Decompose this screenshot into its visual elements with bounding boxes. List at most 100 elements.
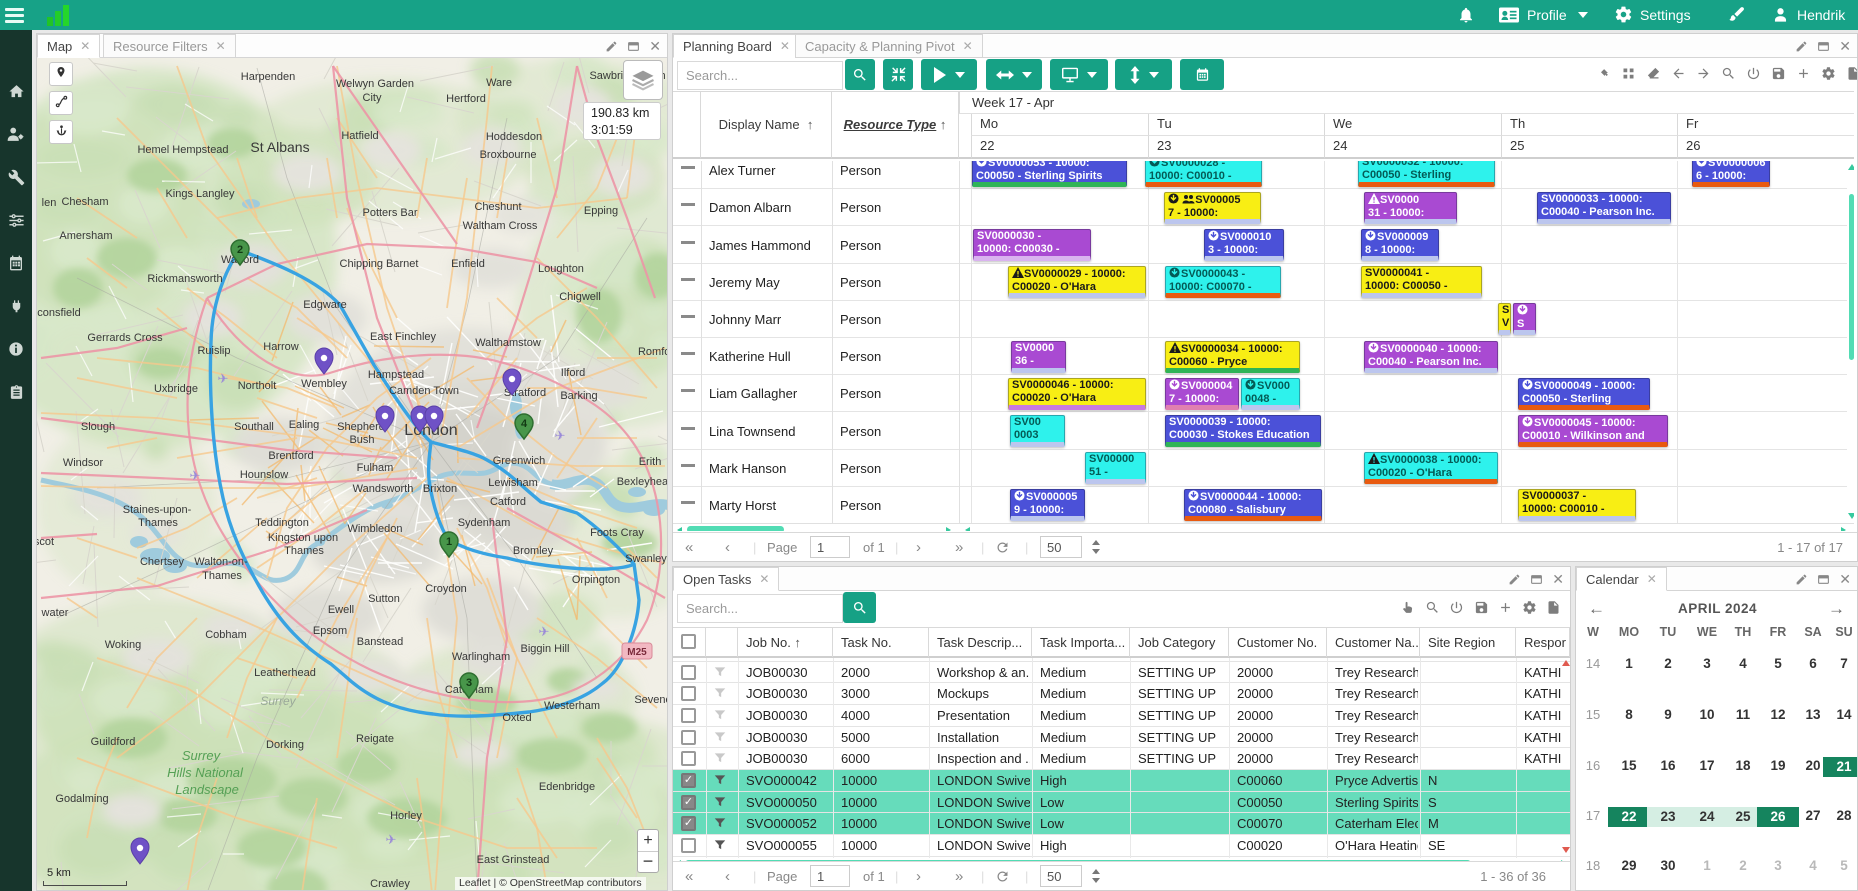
svg-text:Romfor: Romfor — [638, 346, 668, 358]
svg-text:Uxbridge: Uxbridge — [154, 383, 198, 395]
svg-text:✈: ✈ — [386, 832, 397, 847]
svg-text:Erith: Erith — [639, 456, 662, 468]
svg-text:✈: ✈ — [539, 624, 550, 639]
svg-text:Surrey: Surrey — [182, 748, 222, 763]
svg-text:Ware: Ware — [486, 77, 512, 89]
svg-text:Surrey: Surrey — [260, 694, 296, 708]
svg-text:Thames: Thames — [284, 545, 324, 557]
svg-text:Foots Cray: Foots Cray — [590, 527, 644, 539]
svg-text:Leatherhead: Leatherhead — [254, 667, 316, 679]
svg-text:Guildford: Guildford — [91, 736, 136, 748]
svg-text:Harpenden: Harpenden — [241, 71, 295, 83]
svg-text:Southall: Southall — [234, 421, 274, 433]
svg-text:Windsor: Windsor — [63, 457, 104, 469]
svg-text:Hills National: Hills National — [167, 765, 244, 780]
svg-text:Gerrards Cross: Gerrards Cross — [87, 332, 163, 344]
svg-text:Greenwich: Greenwich — [493, 455, 546, 467]
svg-text:Godalming: Godalming — [55, 793, 108, 805]
svg-text:Cheshunt: Cheshunt — [474, 201, 521, 213]
svg-text:3: 3 — [466, 677, 472, 689]
svg-text:Walthamstow: Walthamstow — [475, 337, 541, 349]
svg-text:Hounslow: Hounslow — [240, 469, 288, 481]
svg-text:✈: ✈ — [555, 428, 566, 443]
svg-text:Catford: Catford — [490, 496, 526, 508]
svg-text:Shepherd: Shepherd — [337, 421, 385, 433]
svg-text:Ealing: Ealing — [289, 419, 320, 431]
svg-text:Camden Town: Camden Town — [389, 385, 459, 397]
svg-text:Teddington: Teddington — [255, 517, 309, 529]
svg-text:Chertsey: Chertsey — [140, 556, 185, 568]
svg-text:✈: ✈ — [218, 371, 229, 386]
svg-text:Croydon: Croydon — [425, 583, 467, 595]
svg-text:Northolt: Northolt — [238, 380, 277, 392]
svg-text:Edenbridge: Edenbridge — [539, 781, 595, 793]
svg-text:Westerham: Westerham — [544, 700, 600, 712]
svg-text:Biggin Hill: Biggin Hill — [521, 643, 570, 655]
svg-text:Barking: Barking — [560, 390, 597, 402]
svg-text:Kingston upon: Kingston upon — [268, 532, 338, 544]
svg-text:Broxbourne: Broxbourne — [480, 149, 537, 161]
svg-text:2: 2 — [237, 244, 243, 256]
svg-text:Brentford: Brentford — [268, 450, 313, 462]
svg-text:Hemel Hempstead: Hemel Hempstead — [137, 144, 228, 156]
svg-text:Loughton: Loughton — [538, 263, 584, 275]
svg-text:Brixton: Brixton — [423, 483, 457, 495]
svg-text:East Grinstead: East Grinstead — [477, 854, 550, 866]
svg-text:Potters Bar: Potters Bar — [362, 207, 417, 219]
svg-text:Bexleyheath: Bexleyheath — [617, 476, 668, 488]
svg-text:Woking: Woking — [105, 639, 141, 651]
svg-text:water: water — [41, 607, 69, 619]
svg-text:Wimbledon: Wimbledon — [347, 523, 402, 535]
svg-text:Wandsworth: Wandsworth — [353, 483, 414, 495]
svg-text:Orpington: Orpington — [572, 574, 620, 586]
svg-text:✈: ✈ — [190, 468, 201, 483]
svg-text:Fulham: Fulham — [357, 462, 394, 474]
svg-text:Welwyn Garden: Welwyn Garden — [336, 78, 414, 90]
svg-text:Ruislip: Ruislip — [197, 345, 230, 357]
svg-text:Kings Langley: Kings Langley — [165, 188, 235, 200]
svg-text:Swanley: Swanley — [625, 553, 667, 565]
svg-text:Epping: Epping — [584, 205, 618, 217]
svg-text:4: 4 — [521, 418, 528, 430]
svg-text:Bush: Bush — [349, 434, 374, 446]
svg-text:len: len — [42, 197, 57, 209]
svg-text:consfield: consfield — [37, 307, 80, 319]
svg-text:M25: M25 — [627, 647, 647, 658]
svg-text:Sutton: Sutton — [368, 593, 400, 605]
svg-text:Staines-upon-: Staines-upon- — [123, 504, 192, 516]
svg-text:Bromley: Bromley — [513, 545, 554, 557]
svg-text:Hertford: Hertford — [446, 93, 486, 105]
svg-text:Dorking: Dorking — [266, 739, 304, 751]
svg-text:Banstead: Banstead — [357, 636, 403, 648]
svg-text:Cobham: Cobham — [205, 629, 247, 641]
svg-text:Enfield: Enfield — [451, 258, 485, 270]
svg-text:Waltham Cross: Waltham Cross — [463, 220, 538, 232]
svg-text:Seveno: Seveno — [634, 694, 668, 706]
svg-text:Walton-on-: Walton-on- — [194, 556, 248, 568]
svg-text:Crawley: Crawley — [370, 878, 410, 890]
svg-text:1: 1 — [446, 536, 452, 548]
svg-text:Sydenham: Sydenham — [458, 517, 511, 529]
svg-text:Warlingham: Warlingham — [452, 651, 510, 663]
svg-text:Ilford: Ilford — [561, 367, 585, 379]
svg-text:Hoddesdon: Hoddesdon — [486, 131, 542, 143]
svg-text:City: City — [363, 92, 382, 104]
svg-text:Lewisham: Lewisham — [488, 477, 538, 489]
svg-text:Horley: Horley — [390, 810, 422, 822]
svg-text:Chigwell: Chigwell — [559, 291, 601, 303]
svg-text:Rickmansworth: Rickmansworth — [147, 273, 222, 285]
svg-text:Harrow: Harrow — [263, 341, 299, 353]
svg-text:Chesham: Chesham — [61, 196, 108, 208]
svg-text:Hatfield: Hatfield — [341, 130, 378, 142]
svg-text:Oxted: Oxted — [502, 712, 531, 724]
svg-text:Chipping Barnet: Chipping Barnet — [340, 258, 419, 270]
svg-text:Thames: Thames — [138, 517, 178, 529]
svg-text:East Finchley: East Finchley — [370, 331, 437, 343]
svg-text:Thames: Thames — [202, 570, 242, 582]
svg-text:Landscape: Landscape — [175, 782, 239, 797]
svg-text:Edgware: Edgware — [303, 299, 346, 311]
svg-text:Ewell: Ewell — [328, 604, 354, 616]
svg-text:Amersham: Amersham — [59, 230, 112, 242]
svg-text:Hampstead: Hampstead — [368, 369, 424, 381]
svg-text:Slough: Slough — [81, 421, 115, 433]
